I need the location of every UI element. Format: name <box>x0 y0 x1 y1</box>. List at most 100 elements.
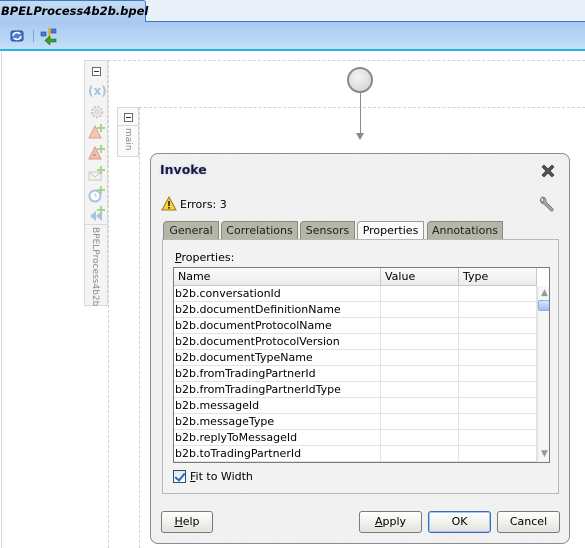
scope-boundary <box>139 107 140 548</box>
wrench-icon[interactable] <box>538 196 556 214</box>
process-boundary-top <box>108 60 585 61</box>
cell-value[interactable] <box>381 462 459 463</box>
warning-icon <box>161 195 177 211</box>
settings-icon[interactable] <box>88 103 106 121</box>
cell-type[interactable] <box>459 302 537 318</box>
table-row[interactable]: b2b.messageType <box>174 414 537 430</box>
scope-name-label: main <box>123 128 133 151</box>
catch-all-icon[interactable]: * <box>88 144 106 162</box>
palette-separator <box>85 224 107 225</box>
refresh-icon[interactable] <box>8 27 26 45</box>
svg-text:*: * <box>93 153 96 160</box>
cell-value[interactable] <box>381 318 459 334</box>
table-body: b2b.conversationId b2b.documentDefinition… <box>174 286 537 463</box>
compensation-icon[interactable] <box>88 205 106 223</box>
cell-name[interactable]: b2b.toTradingPartnerIdType <box>174 462 381 463</box>
table-header: Name Value Type <box>174 268 537 286</box>
properties-table: Name Value Type b2b.conversationId b2b.do… <box>173 267 550 463</box>
table-scrollbar[interactable]: ▲ ▼ <box>537 286 549 462</box>
cell-name[interactable]: b2b.fromTradingPartnerId <box>174 366 381 382</box>
partner-link-icon[interactable] <box>40 27 58 46</box>
cell-name[interactable]: b2b.documentTypeName <box>174 350 381 366</box>
cell-name[interactable]: b2b.documentProtocolVersion <box>174 334 381 350</box>
scroll-down-icon[interactable]: ▼ <box>539 449 549 460</box>
cell-name[interactable]: b2b.replyToMessageId <box>174 430 381 446</box>
table-row[interactable]: b2b.documentDefinitionName <box>174 302 537 318</box>
start-node[interactable] <box>347 67 373 93</box>
apply-button[interactable]: Apply <box>359 511 422 533</box>
errors-count: Errors: 3 <box>180 198 227 211</box>
cell-value[interactable] <box>381 446 459 462</box>
cell-type[interactable] <box>459 430 537 446</box>
table-row[interactable]: b2b.toTradingPartnerIdType <box>174 462 537 463</box>
tab-properties[interactable]: Properties <box>357 221 424 240</box>
fit-to-width-checkbox[interactable] <box>173 470 186 483</box>
tab-correlations[interactable]: Correlations <box>221 221 298 239</box>
canvas-border <box>1 52 2 548</box>
variables-icon[interactable]: (x) <box>88 82 107 100</box>
cell-type[interactable] <box>459 366 537 382</box>
cell-name[interactable]: b2b.documentDefinitionName <box>174 302 381 318</box>
scope-main: main <box>117 107 139 157</box>
cell-name[interactable]: b2b.conversationId <box>174 286 381 302</box>
cell-type[interactable] <box>459 350 537 366</box>
cell-name[interactable]: b2b.messageId <box>174 398 381 414</box>
table-row[interactable]: b2b.documentProtocolVersion <box>174 334 537 350</box>
timer-icon[interactable] <box>88 185 106 203</box>
cell-value[interactable] <box>381 366 459 382</box>
cell-name[interactable]: b2b.messageType <box>174 414 381 430</box>
properties-panel: Properties: Name Value Type b2b.conversa… <box>162 239 559 494</box>
table-row[interactable]: b2b.fromTradingPartnerIdType <box>174 382 537 398</box>
collapse-process-icon[interactable] <box>92 67 101 76</box>
tab-annotations[interactable]: Annotations <box>427 221 503 239</box>
table-row[interactable]: b2b.conversationId <box>174 286 537 302</box>
cell-value[interactable] <box>381 334 459 350</box>
bpel-editor-window: BPELProcess4b2b.bpel (x) * BPELProcess4b… <box>0 0 585 548</box>
table-row[interactable]: b2b.fromTradingPartnerId <box>174 366 537 382</box>
cell-name[interactable]: b2b.fromTradingPartnerIdType <box>174 382 381 398</box>
scrollbar-thumb[interactable] <box>538 300 549 311</box>
help-button[interactable]: Help <box>161 511 213 533</box>
cell-value[interactable] <box>381 302 459 318</box>
cell-name[interactable]: b2b.documentProtocolName <box>174 318 381 334</box>
cell-type[interactable] <box>459 398 537 414</box>
editor-tab-bar: BPELProcess4b2b.bpel <box>0 0 585 22</box>
cell-value[interactable] <box>381 286 459 302</box>
process-palette: (x) * BPELProcess4b2b <box>84 60 108 306</box>
cell-name[interactable]: b2b.toTradingPartnerId <box>174 446 381 462</box>
fit-to-width-label[interactable]: Fit to Width <box>190 470 253 483</box>
tab-sensors[interactable]: Sensors <box>300 221 355 239</box>
event-handler-icon[interactable] <box>88 165 106 183</box>
column-header-type[interactable]: Type <box>459 268 537 286</box>
cell-type[interactable] <box>459 414 537 430</box>
cell-value[interactable] <box>381 382 459 398</box>
process-boundary <box>108 60 109 548</box>
ok-button[interactable]: OK <box>428 511 491 533</box>
cell-value[interactable] <box>381 398 459 414</box>
column-header-value[interactable]: Value <box>381 268 459 286</box>
cancel-button[interactable]: Cancel <box>497 511 560 533</box>
editor-tab[interactable]: BPELProcess4b2b.bpel <box>0 0 148 22</box>
cell-value[interactable] <box>381 350 459 366</box>
collapse-scope-icon[interactable] <box>124 113 133 122</box>
cell-type[interactable] <box>459 286 537 302</box>
cell-value[interactable] <box>381 414 459 430</box>
scroll-up-icon[interactable]: ▲ <box>539 288 549 299</box>
fault-handler-icon[interactable] <box>88 123 106 141</box>
table-row[interactable]: b2b.replyToMessageId <box>174 430 537 446</box>
flow-arrow-head <box>356 133 364 140</box>
tab-general[interactable]: General <box>163 221 219 239</box>
column-header-name[interactable]: Name <box>174 268 381 286</box>
table-row[interactable]: b2b.messageId <box>174 398 537 414</box>
table-row[interactable]: b2b.toTradingPartnerId <box>174 446 537 462</box>
close-icon[interactable] <box>540 163 556 179</box>
cell-type[interactable] <box>459 318 537 334</box>
editor-toolbar <box>0 22 585 51</box>
cell-value[interactable] <box>381 430 459 446</box>
cell-type[interactable] <box>459 446 537 462</box>
table-row[interactable]: b2b.documentTypeName <box>174 350 537 366</box>
table-row[interactable]: b2b.documentProtocolName <box>174 318 537 334</box>
cell-type[interactable] <box>459 382 537 398</box>
cell-type[interactable] <box>459 334 537 350</box>
cell-type[interactable] <box>459 462 537 463</box>
